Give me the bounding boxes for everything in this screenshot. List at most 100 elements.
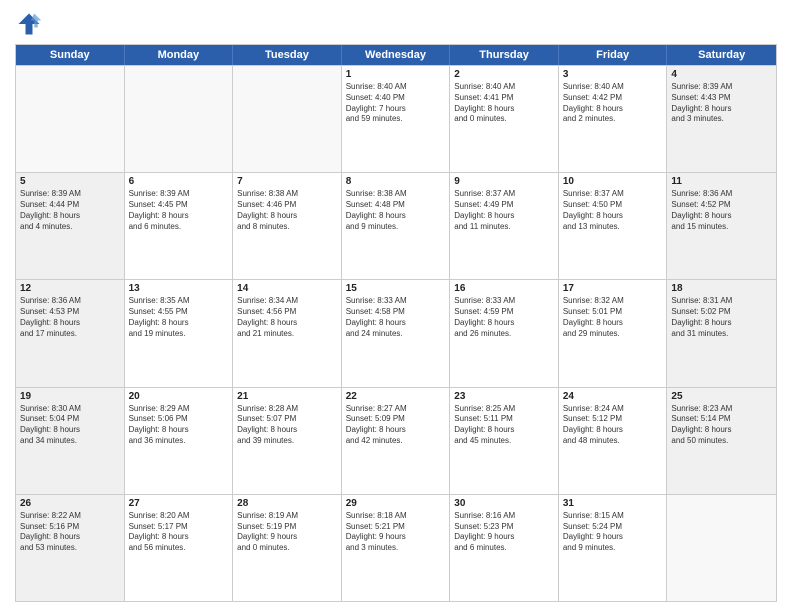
cell-info: Sunrise: 8:30 AM Sunset: 5:04 PM Dayligh… [20,404,120,447]
day-number: 2 [454,69,554,80]
cell-info: Sunrise: 8:23 AM Sunset: 5:14 PM Dayligh… [671,404,772,447]
header-cell-tuesday: Tuesday [233,45,342,65]
day-cell-7: 7 Sunrise: 8:38 AM Sunset: 4:46 PM Daylig… [233,173,342,279]
day-cell-5: 5Sunrise: 8:39 AM Sunset: 4:44 PM Daylig… [16,173,125,279]
cell-info: Sunrise: 8:39 AM Sunset: 4:44 PM Dayligh… [20,189,120,232]
day-number: 26 [20,498,120,509]
cell-info: Sunrise: 8:28 AM Sunset: 5:07 PM Dayligh… [237,404,337,447]
day-number: 9 [454,176,554,187]
day-cell-13: 13 Sunrise: 8:35 AM Sunset: 4:55 PM Dayli… [125,280,234,386]
day-cell-19: 19 Sunrise: 8:30 AM Sunset: 5:04 PM Dayli… [16,388,125,494]
cell-info: Sunrise: 8:34 AM Sunset: 4:56 PM Dayligh… [237,296,337,339]
day-number: 31 [563,498,663,509]
day-number: 7 [237,176,337,187]
day-number: 21 [237,391,337,402]
calendar-body: 1 Sunrise: 8:40 AM Sunset: 4:40 PM Daylig… [16,65,776,601]
cell-info: Sunrise: 8:25 AM Sunset: 5:11 PM Dayligh… [454,404,554,447]
day-number: 23 [454,391,554,402]
cell-info: Sunrise: 8:37 AM Sunset: 4:49 PM Dayligh… [454,189,554,232]
day-number: 1 [346,69,446,80]
cell-info: Sunrise: 8:15 AM Sunset: 5:24 PM Dayligh… [563,511,663,554]
day-number: 25 [671,391,772,402]
day-number: 16 [454,283,554,294]
day-number: 19 [20,391,120,402]
day-cell-28: 28Sunrise: 8:19 AM Sunset: 5:19 PM Dayli… [233,495,342,601]
day-number: 20 [129,391,229,402]
cell-info: Sunrise: 8:38 AM Sunset: 4:48 PM Dayligh… [346,189,446,232]
header-cell-saturday: Saturday [667,45,776,65]
cell-info: Sunrise: 8:39 AM Sunset: 4:45 PM Dayligh… [129,189,229,232]
day-cell-14: 14 Sunrise: 8:34 AM Sunset: 4:56 PM Dayli… [233,280,342,386]
day-number: 11 [671,176,772,187]
day-cell-10: 10Sunrise: 8:37 AM Sunset: 4:50 PM Dayli… [559,173,668,279]
day-cell-26: 26 Sunrise: 8:22 AM Sunset: 5:16 PM Dayli… [16,495,125,601]
day-cell-27: 27Sunrise: 8:20 AM Sunset: 5:17 PM Dayli… [125,495,234,601]
cell-info: Sunrise: 8:18 AM Sunset: 5:21 PM Dayligh… [346,511,446,554]
logo [15,10,47,38]
day-cell-25: 25 Sunrise: 8:23 AM Sunset: 5:14 PM Dayli… [667,388,776,494]
day-cell-12: 12 Sunrise: 8:36 AM Sunset: 4:53 PM Dayli… [16,280,125,386]
day-cell-30: 30 Sunrise: 8:16 AM Sunset: 5:23 PM Dayli… [450,495,559,601]
day-number: 4 [671,69,772,80]
day-number: 13 [129,283,229,294]
calendar: SundayMondayTuesdayWednesdayThursdayFrid… [15,44,777,602]
day-cell-31: 31 Sunrise: 8:15 AM Sunset: 5:24 PM Dayli… [559,495,668,601]
cell-info: Sunrise: 8:19 AM Sunset: 5:19 PM Dayligh… [237,511,337,554]
day-cell-11: 11 Sunrise: 8:36 AM Sunset: 4:52 PM Dayli… [667,173,776,279]
day-cell-16: 16 Sunrise: 8:33 AM Sunset: 4:59 PM Dayli… [450,280,559,386]
cell-info: Sunrise: 8:39 AM Sunset: 4:43 PM Dayligh… [671,82,772,125]
day-cell-24: 24 Sunrise: 8:24 AM Sunset: 5:12 PM Dayli… [559,388,668,494]
day-number: 24 [563,391,663,402]
cell-info: Sunrise: 8:32 AM Sunset: 5:01 PM Dayligh… [563,296,663,339]
cell-info: Sunrise: 8:33 AM Sunset: 4:58 PM Dayligh… [346,296,446,339]
cell-info: Sunrise: 8:36 AM Sunset: 4:53 PM Dayligh… [20,296,120,339]
empty-cell-0-2 [233,66,342,172]
logo-icon [15,10,43,38]
day-number: 10 [563,176,663,187]
day-number: 29 [346,498,446,509]
day-cell-23: 23 Sunrise: 8:25 AM Sunset: 5:11 PM Dayli… [450,388,559,494]
cell-info: Sunrise: 8:40 AM Sunset: 4:42 PM Dayligh… [563,82,663,125]
day-number: 17 [563,283,663,294]
header [15,10,777,38]
day-cell-8: 8 Sunrise: 8:38 AM Sunset: 4:48 PM Daylig… [342,173,451,279]
cell-info: Sunrise: 8:16 AM Sunset: 5:23 PM Dayligh… [454,511,554,554]
day-number: 8 [346,176,446,187]
day-cell-21: 21 Sunrise: 8:28 AM Sunset: 5:07 PM Dayli… [233,388,342,494]
day-number: 22 [346,391,446,402]
day-cell-18: 18Sunrise: 8:31 AM Sunset: 5:02 PM Dayli… [667,280,776,386]
header-cell-wednesday: Wednesday [342,45,451,65]
day-number: 27 [129,498,229,509]
cell-info: Sunrise: 8:24 AM Sunset: 5:12 PM Dayligh… [563,404,663,447]
calendar-row-4: 26 Sunrise: 8:22 AM Sunset: 5:16 PM Dayli… [16,494,776,601]
day-cell-4: 4 Sunrise: 8:39 AM Sunset: 4:43 PM Daylig… [667,66,776,172]
day-number: 6 [129,176,229,187]
day-number: 15 [346,283,446,294]
empty-cell-4-6 [667,495,776,601]
day-cell-17: 17 Sunrise: 8:32 AM Sunset: 5:01 PM Dayli… [559,280,668,386]
cell-info: Sunrise: 8:38 AM Sunset: 4:46 PM Dayligh… [237,189,337,232]
calendar-row-1: 5Sunrise: 8:39 AM Sunset: 4:44 PM Daylig… [16,172,776,279]
day-cell-9: 9 Sunrise: 8:37 AM Sunset: 4:49 PM Daylig… [450,173,559,279]
day-number: 12 [20,283,120,294]
cell-info: Sunrise: 8:29 AM Sunset: 5:06 PM Dayligh… [129,404,229,447]
day-cell-1: 1 Sunrise: 8:40 AM Sunset: 4:40 PM Daylig… [342,66,451,172]
day-cell-22: 22Sunrise: 8:27 AM Sunset: 5:09 PM Dayli… [342,388,451,494]
empty-cell-0-1 [125,66,234,172]
day-number: 30 [454,498,554,509]
cell-info: Sunrise: 8:40 AM Sunset: 4:40 PM Dayligh… [346,82,446,125]
cell-info: Sunrise: 8:35 AM Sunset: 4:55 PM Dayligh… [129,296,229,339]
cell-info: Sunrise: 8:40 AM Sunset: 4:41 PM Dayligh… [454,82,554,125]
cell-info: Sunrise: 8:33 AM Sunset: 4:59 PM Dayligh… [454,296,554,339]
day-number: 3 [563,69,663,80]
day-cell-20: 20 Sunrise: 8:29 AM Sunset: 5:06 PM Dayli… [125,388,234,494]
calendar-row-0: 1 Sunrise: 8:40 AM Sunset: 4:40 PM Daylig… [16,65,776,172]
day-cell-3: 3 Sunrise: 8:40 AM Sunset: 4:42 PM Daylig… [559,66,668,172]
calendar-row-3: 19 Sunrise: 8:30 AM Sunset: 5:04 PM Dayli… [16,387,776,494]
day-number: 14 [237,283,337,294]
empty-cell-0-0 [16,66,125,172]
day-cell-29: 29 Sunrise: 8:18 AM Sunset: 5:21 PM Dayli… [342,495,451,601]
cell-info: Sunrise: 8:36 AM Sunset: 4:52 PM Dayligh… [671,189,772,232]
day-number: 18 [671,283,772,294]
cell-info: Sunrise: 8:22 AM Sunset: 5:16 PM Dayligh… [20,511,120,554]
